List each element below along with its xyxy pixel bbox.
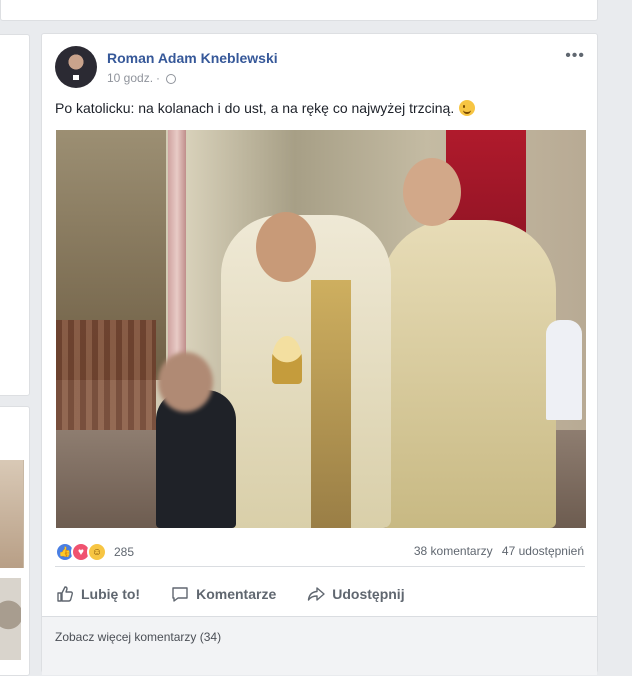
globe-icon[interactable] [166,74,177,84]
view-more-comments-link[interactable]: Zobacz więcej komentarzy (34) [55,630,221,644]
previous-post-card [0,0,598,21]
post-timestamp[interactable]: 10 godz. [107,71,153,85]
comment-bubble-icon [172,587,188,602]
author-name-link[interactable]: Roman Adam Kneblewski [107,50,278,66]
comments-count-link[interactable]: 38 komentarzy [414,544,493,558]
wink-emoji-icon [459,100,476,116]
comment-button[interactable]: Komentarze [170,584,276,604]
more-options-icon[interactable]: ••• [565,47,585,65]
reactions-summary[interactable]: 👍 ♥ ☺ 285 [55,542,134,562]
share-arrow-icon [308,587,325,601]
comment-button-label: Komentarze [196,586,277,602]
like-button-label: Lubię to! [81,586,141,602]
meta-separator: · [156,71,161,85]
post-meta: 10 godz. · [107,71,177,85]
comments-section: Zobacz więcej komentarzy (34) [42,616,597,675]
divider [55,566,585,567]
share-button[interactable]: Udostępnij [306,584,405,604]
share-button-label: Udostępnij [332,586,405,602]
left-thumbnail-image[interactable] [0,460,24,568]
haha-reaction-icon: ☺ [87,542,107,562]
engagement-counts: 38 komentarzy 47 udostępnień [408,544,584,558]
thumbs-up-icon [57,586,73,602]
left-thumbnail-image[interactable] [0,578,21,660]
post-actions-bar: Lubię to! Komentarze Udostępnij [55,574,585,614]
post-photo[interactable] [56,130,586,528]
left-column-card [0,34,30,396]
like-button[interactable]: Lubię to! [55,584,140,604]
page-gutter [608,0,632,660]
author-avatar[interactable] [55,46,97,88]
post-text: Po katolicku: na kolanach i do ust, a na… [55,100,476,116]
post-message: Po katolicku: na kolanach i do ust, a na… [55,100,455,116]
feed-post: Roman Adam Kneblewski 10 godz. · ••• Po k… [41,33,598,675]
reaction-count[interactable]: 285 [114,545,134,559]
shares-count-link[interactable]: 47 udostępnień [502,544,584,558]
